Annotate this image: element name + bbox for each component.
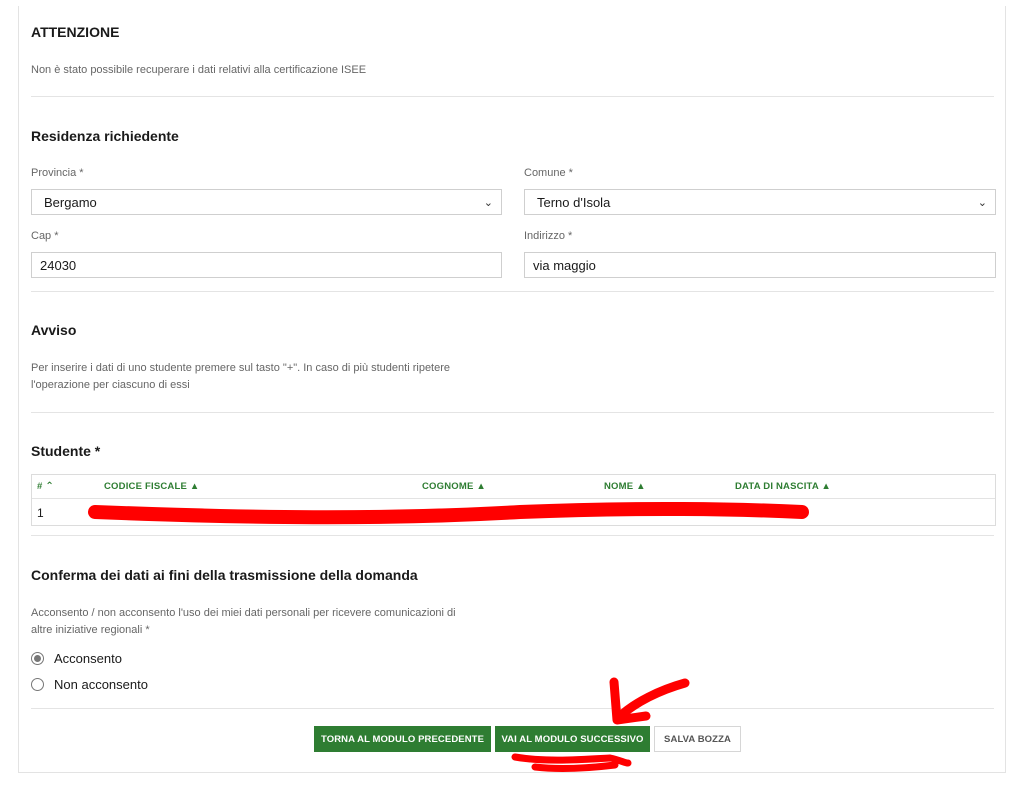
underline-scribble	[511, 753, 632, 772]
arrow-icon	[613, 678, 690, 723]
annotation-overlay	[88, 501, 809, 772]
redaction-scribble	[88, 501, 809, 525]
